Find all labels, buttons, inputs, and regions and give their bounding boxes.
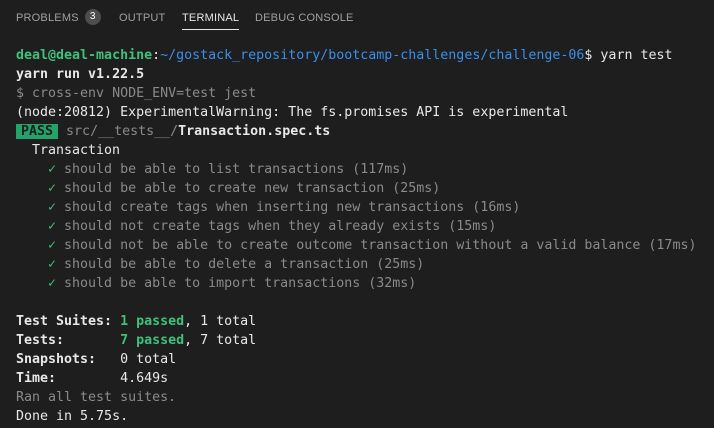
problems-count-badge: 3 — [84, 9, 101, 26]
command-text: yarn test — [592, 48, 673, 63]
tab-debug-console-label: DEBUG CONSOLE — [255, 12, 354, 24]
test-result-item: ✓ should not create tags when they alrea… — [48, 217, 496, 236]
prompt-path: ~/gostack_repository/bootcamp-challenges… — [160, 48, 585, 63]
summary-tests-total: , 7 total — [184, 333, 257, 348]
tab-debug-console[interactable]: DEBUG CONSOLE — [255, 0, 354, 36]
check-icon: ✓ — [48, 162, 57, 177]
summary-suites-total: , 1 total — [184, 314, 257, 329]
test-name: should not create tags when they already… — [64, 219, 497, 234]
tab-output[interactable]: OUTPUT — [119, 0, 165, 36]
test-name: should be able to import transactions (3… — [64, 276, 417, 291]
prompt-user: deal@deal-machine — [16, 48, 153, 63]
summary-suites-label: Test Suites: — [16, 314, 113, 329]
yarn-version-line: yarn run v1.22.5 — [16, 67, 145, 82]
terminal-output[interactable]: deal@deal-machine:~/gostack_repository/b… — [0, 36, 714, 428]
pass-badge: PASS — [16, 124, 59, 139]
done-line: Done in 5.75s. — [16, 409, 129, 424]
test-result-item: ✓ should be able to list transactions (1… — [48, 160, 408, 179]
test-name: should be able to list transactions (117… — [64, 162, 409, 177]
summary-suites-line: Test Suites: 1 passed, 1 total — [16, 312, 256, 331]
tab-output-label: OUTPUT — [119, 12, 166, 24]
tab-terminal-label: TERMINAL — [182, 12, 240, 24]
describe-block-title: Transaction — [32, 143, 121, 158]
test-result-item: ✓ should be able to create new transacti… — [48, 179, 440, 198]
summary-time-line: Time: 4.649s — [16, 369, 168, 388]
panel-tab-bar: PROBLEMS 3 OUTPUT TERMINAL DEBUG CONSOLE — [0, 0, 714, 36]
spec-dir: src/__tests__/ — [66, 124, 179, 139]
check-icon: ✓ — [48, 238, 57, 253]
prompt-separator: : — [152, 48, 161, 63]
prompt-line: deal@deal-machine:~/gostack_repository/b… — [16, 46, 672, 65]
script-command-line: $ cross-env NODE_ENV=test jest — [16, 86, 257, 101]
test-result-item: ✓ should be able to delete a transaction… — [48, 255, 424, 274]
check-icon: ✓ — [48, 200, 57, 215]
test-result-item: ✓ should not be able to create outcome t… — [48, 236, 696, 255]
check-icon: ✓ — [48, 181, 57, 196]
test-result-item: ✓ should create tags when inserting new … — [48, 198, 520, 217]
summary-tests-line: Tests: 7 passed, 7 total — [16, 331, 256, 350]
test-name: should be able to delete a transaction (… — [64, 257, 425, 272]
check-icon: ✓ — [48, 257, 57, 272]
test-file-result-line: PASS src/__tests__/Transaction.spec.ts — [16, 122, 330, 141]
test-name: should create tags when inserting new tr… — [64, 200, 521, 215]
summary-snapshots-value: 0 total — [120, 352, 177, 367]
summary-suites-passed: 1 passed — [120, 314, 185, 329]
experimental-warning-line: (node:20812) ExperimentalWarning: The fs… — [16, 105, 569, 120]
summary-time-label: Time: — [16, 371, 57, 386]
test-name: should not be able to create outcome tra… — [64, 238, 697, 253]
tab-problems-label: PROBLEMS — [16, 12, 79, 24]
tab-problems[interactable]: PROBLEMS 3 — [16, 0, 101, 36]
summary-time-value: 4.649s — [120, 371, 169, 386]
tab-terminal[interactable]: TERMINAL — [182, 0, 240, 36]
test-result-item: ✓ should be able to import transactions … — [48, 274, 416, 293]
summary-snapshots-label: Snapshots: — [16, 352, 97, 367]
test-name: should be able to create new transaction… — [64, 181, 441, 196]
check-icon: ✓ — [48, 219, 57, 234]
spec-file: Transaction.spec.ts — [178, 124, 331, 139]
ran-all-suites-line: Ran all test suites. — [16, 390, 177, 405]
summary-tests-label: Tests: — [16, 333, 65, 348]
summary-snapshots-line: Snapshots: 0 total — [16, 350, 176, 369]
check-icon: ✓ — [48, 276, 57, 291]
summary-tests-passed: 7 passed — [120, 333, 185, 348]
